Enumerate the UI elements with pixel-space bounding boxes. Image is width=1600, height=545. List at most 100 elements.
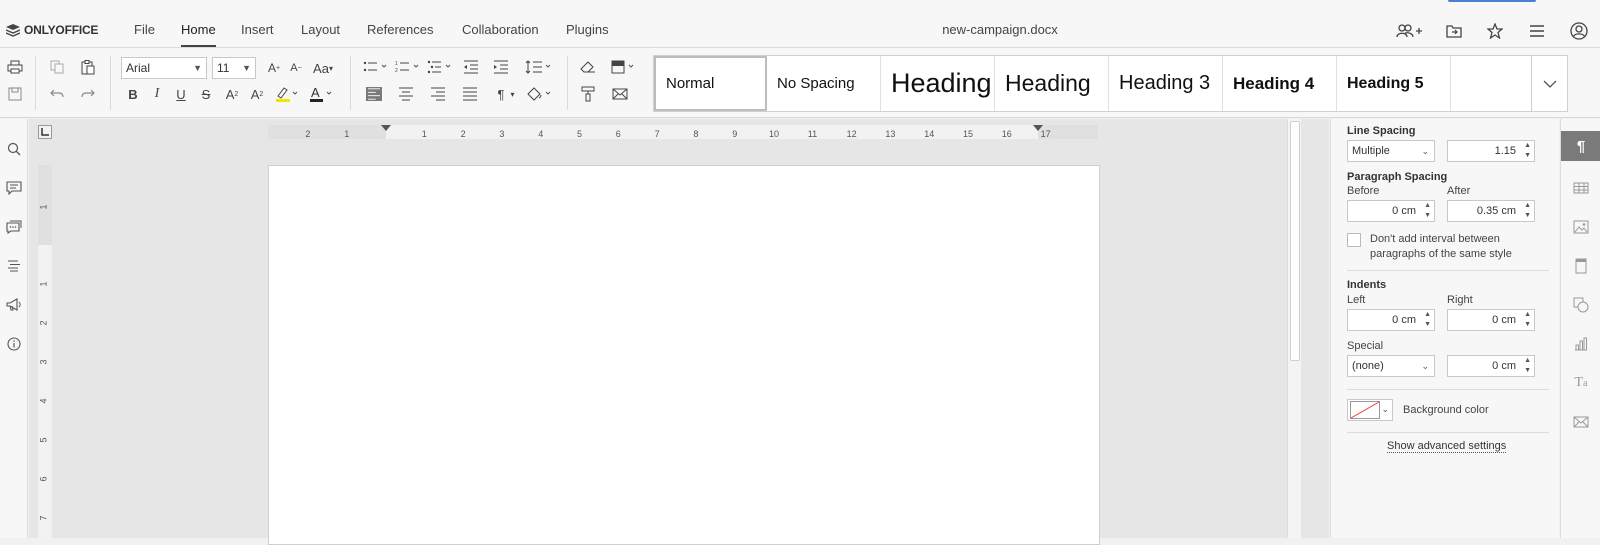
mail-merge-settings-icon[interactable]	[1571, 412, 1591, 432]
line-spacing-icon[interactable]	[523, 56, 555, 78]
font-size-select[interactable]: 11 ▼	[212, 57, 256, 79]
feedback-megaphone-icon[interactable]	[4, 295, 24, 315]
tab-stop-selector[interactable]	[38, 125, 52, 139]
numbered-list-icon[interactable]: 12	[394, 56, 424, 78]
spinner-arrows-icon[interactable]: ▲ ▼	[1524, 356, 1531, 376]
mail-merge-icon[interactable]	[608, 83, 632, 105]
subscript-icon[interactable]: A2	[245, 83, 269, 105]
spacing-after-input[interactable]: 0.35 cm ▲ ▼	[1447, 200, 1535, 222]
add-user-icon[interactable]	[1395, 21, 1423, 41]
color-scheme-icon[interactable]	[610, 56, 640, 78]
favorite-star-icon[interactable]	[1485, 21, 1505, 41]
chevron-down-icon: ⌄	[1381, 404, 1389, 414]
increase-indent-icon[interactable]	[489, 56, 513, 78]
highlight-color-icon[interactable]	[272, 83, 302, 105]
image-settings-icon[interactable]	[1571, 217, 1591, 237]
horizontal-ruler[interactable]: 2 1 1 2 3 4 5 6 7 8 9 10 11 12 13 14 15 16 17	[268, 125, 1098, 139]
ruler-tick-label: 7	[38, 515, 49, 521]
justify-icon[interactable]	[458, 83, 482, 105]
style-heading-4[interactable]: Heading 4	[1223, 56, 1337, 111]
open-folder-icon[interactable]	[1444, 21, 1464, 41]
bold-icon[interactable]: B	[121, 83, 145, 105]
scrollbar-thumb[interactable]	[1290, 121, 1300, 361]
bullet-list-icon[interactable]	[362, 56, 392, 78]
chevron-down-icon: ⌄	[1421, 361, 1429, 371]
superscript-icon[interactable]: A2	[220, 83, 244, 105]
styles-expand-chevron-icon[interactable]	[1531, 56, 1567, 111]
style-heading-2[interactable]: Heading	[995, 56, 1109, 111]
vertical-scrollbar[interactable]	[1287, 119, 1301, 538]
font-name-select[interactable]: Arial ▼	[121, 57, 207, 79]
indent-right-input[interactable]: 0 cm ▲ ▼	[1447, 309, 1535, 331]
document-title: new-campaign.docx	[942, 22, 1058, 37]
chart-settings-icon[interactable]	[1571, 334, 1591, 354]
spacing-after-value: 0.35 cm	[1476, 205, 1516, 217]
text-art-settings-icon[interactable]: Ta	[1571, 373, 1591, 393]
style-heading-1[interactable]: Heading	[881, 56, 995, 111]
copy-icon[interactable]	[45, 56, 69, 78]
vertical-ruler[interactable]: 1 1 2 3 4 5 6 7	[38, 165, 52, 538]
indent-marker-icon[interactable]	[1033, 125, 1043, 131]
nonprinting-characters-icon[interactable]: ¶ ▾	[490, 83, 522, 105]
dont-add-interval-label: Don't add interval between paragraphs of…	[1370, 233, 1512, 260]
svg-text:1: 1	[395, 61, 398, 67]
indent-marker-icon[interactable]	[381, 125, 391, 131]
align-center-icon[interactable]	[394, 83, 418, 105]
style-no-spacing[interactable]: No Spacing	[767, 56, 881, 111]
ruler-tick-label: 1	[38, 204, 49, 210]
font-size-value: 11	[217, 61, 230, 75]
search-icon[interactable]	[4, 139, 24, 159]
style-normal[interactable]: Normal	[654, 56, 767, 111]
clear-style-icon[interactable]	[576, 56, 600, 78]
spinner-arrows-icon[interactable]: ▲ ▼	[1424, 201, 1431, 221]
indent-left-input[interactable]: 0 cm ▲ ▼	[1347, 309, 1435, 331]
dont-add-interval-checkbox[interactable]	[1347, 233, 1361, 247]
spinner-arrows-icon[interactable]: ▲ ▼	[1524, 201, 1531, 221]
show-advanced-settings-link[interactable]: Show advanced settings	[1387, 440, 1507, 453]
multilevel-list-icon[interactable]	[426, 56, 456, 78]
align-left-icon[interactable]	[362, 83, 386, 105]
special-indent-input[interactable]: 0 cm ▲ ▼	[1447, 355, 1535, 377]
align-right-icon[interactable]	[426, 83, 450, 105]
navigation-icon[interactable]	[4, 256, 24, 276]
strikethrough-icon[interactable]: S	[194, 83, 218, 105]
shape-settings-icon[interactable]	[1571, 295, 1591, 315]
spinner-arrows-icon[interactable]: ▲ ▼	[1524, 141, 1531, 161]
line-spacing-value-input[interactable]: 1.15 ▲ ▼	[1447, 140, 1535, 162]
increase-font-icon[interactable]: A +	[262, 57, 286, 79]
background-color-picker[interactable]: ⌄	[1347, 399, 1393, 421]
header-footer-settings-icon[interactable]	[1571, 256, 1591, 276]
ruler-tick-label: 2	[460, 129, 466, 139]
style-heading-5[interactable]: Heading 5	[1337, 56, 1451, 111]
ruler-tick-label: 1	[38, 281, 49, 287]
redo-icon[interactable]	[76, 83, 100, 105]
font-color-icon[interactable]: A	[306, 83, 336, 105]
copy-style-icon[interactable]	[576, 83, 600, 105]
document-page[interactable]	[268, 165, 1100, 545]
comments-icon[interactable]	[4, 178, 24, 198]
spinner-arrows-icon[interactable]: ▲ ▼	[1524, 310, 1531, 330]
paragraph-settings-icon[interactable]: ¶	[1561, 131, 1600, 161]
undo-icon[interactable]	[45, 83, 69, 105]
hamburger-menu-icon[interactable]	[1527, 21, 1547, 41]
paragraph-shading-icon[interactable]	[524, 83, 556, 105]
decrease-indent-icon[interactable]	[459, 56, 483, 78]
line-spacing-mode-select[interactable]: Multiple ⌄	[1347, 140, 1435, 162]
underline-icon[interactable]: U	[169, 83, 193, 105]
save-icon[interactable]	[3, 83, 27, 105]
divider	[1347, 432, 1549, 433]
spacing-before-input[interactable]: 0 cm ▲ ▼	[1347, 200, 1435, 222]
italic-icon[interactable]: I	[145, 83, 169, 105]
special-indent-select[interactable]: (none) ⌄	[1347, 355, 1435, 377]
decrease-font-icon[interactable]: A −	[284, 57, 308, 79]
table-settings-icon[interactable]	[1571, 178, 1591, 198]
style-heading-3[interactable]: Heading 3	[1109, 56, 1223, 111]
spinner-arrows-icon[interactable]: ▲ ▼	[1424, 310, 1431, 330]
indent-right-label: Right	[1447, 294, 1473, 306]
chat-icon[interactable]	[4, 217, 24, 237]
about-info-icon[interactable]	[4, 334, 24, 354]
user-account-icon[interactable]	[1569, 21, 1589, 41]
print-icon[interactable]	[3, 56, 27, 78]
change-case-icon[interactable]: Aa ▾	[308, 57, 338, 79]
paste-icon[interactable]	[76, 56, 100, 78]
